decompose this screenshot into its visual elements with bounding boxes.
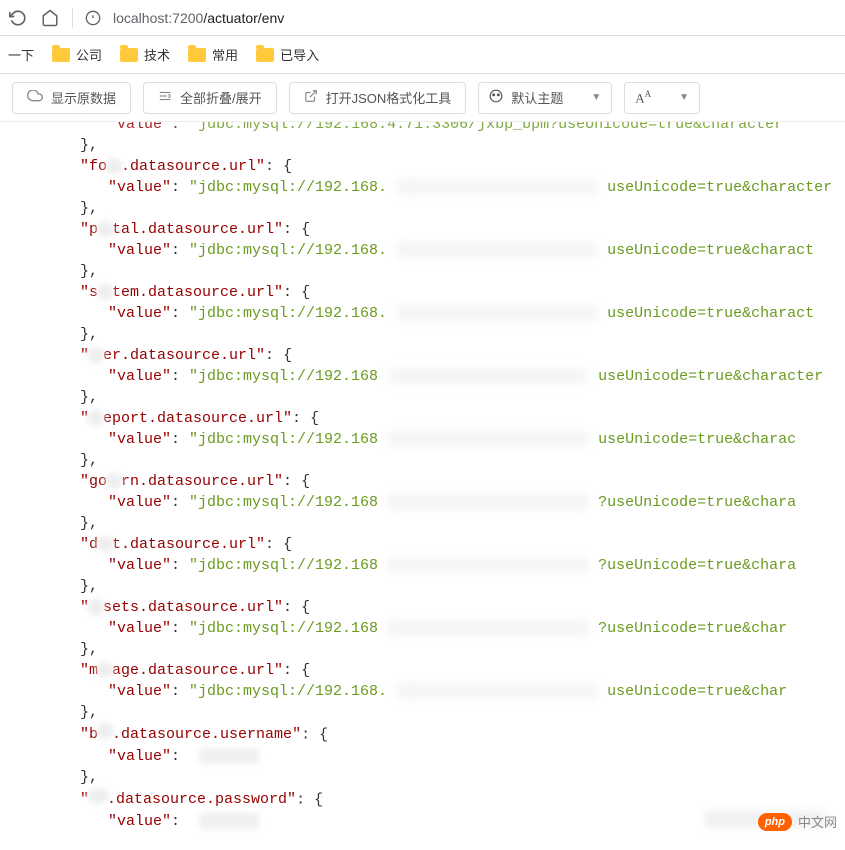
url-port: 7200: [172, 10, 203, 26]
json-close-brace: },: [0, 576, 845, 597]
json-close-brace: },: [0, 135, 845, 156]
json-close-brace: },: [0, 324, 845, 345]
home-icon[interactable]: [40, 8, 60, 28]
json-key-line: "b.datasource.username": {: [0, 723, 845, 746]
open-json-tool-button[interactable]: 打开JSON格式化工具: [289, 82, 467, 114]
json-key-line: "dt.datasource.url": {: [0, 534, 845, 555]
json-close-brace: },: [0, 198, 845, 219]
bookmark-label: 已导入: [280, 45, 319, 64]
json-key-line: "fo.datasource.url": {: [0, 156, 845, 177]
folder-icon: [120, 48, 138, 62]
chevron-down-icon: ▼: [591, 92, 601, 103]
json-value-line: "value": "jdbc:mysql://192.168.useUnicod…: [0, 681, 845, 702]
bookmark-item-imported[interactable]: 已导入: [256, 45, 319, 64]
json-close-brace: },: [0, 387, 845, 408]
cloud-icon: [27, 90, 43, 105]
json-key-line: "ptal.datasource.url": {: [0, 219, 845, 240]
collapse-icon: [158, 89, 172, 106]
json-value-line: "value": "jdbc:mysql://192.168.4.71:3306…: [0, 122, 845, 135]
json-close-brace: },: [0, 261, 845, 282]
button-label: 全部折叠/展开: [180, 88, 262, 107]
json-value-line: "value": "jdbc:mysql://192.168?useUnicod…: [0, 492, 845, 513]
button-label: 显示原数据: [51, 88, 116, 107]
external-link-icon: [304, 89, 318, 106]
palette-icon: [489, 89, 503, 106]
json-key-line: ".datasource.password": {: [0, 788, 845, 811]
bookmark-label: 技术: [144, 45, 170, 64]
json-value-line: "value": "jdbc:mysql://192.168useUnicode…: [0, 366, 845, 387]
url-host: localhost:: [113, 10, 172, 26]
url-path: /actuator/env: [203, 10, 284, 26]
json-value-line: "value": "jdbc:mysql://192.168?useUnicod…: [0, 618, 845, 639]
reload-icon[interactable]: [8, 8, 28, 28]
php-badge-icon: php: [758, 813, 792, 831]
folder-icon: [52, 48, 70, 62]
bookmark-label: 常用: [212, 45, 238, 64]
action-toolbar: 显示原数据 全部折叠/展开 打开JSON格式化工具 默认主题 ▼ AA ▼: [0, 74, 845, 122]
collapse-expand-button[interactable]: 全部折叠/展开: [143, 82, 277, 114]
font-size-label: AA: [635, 89, 651, 106]
json-key-line: "stem.datasource.url": {: [0, 282, 845, 303]
bookmark-item-company[interactable]: 公司: [52, 45, 102, 64]
json-key-line: "sets.datasource.url": {: [0, 597, 845, 618]
url-bar[interactable]: localhost:7200/actuator/env: [113, 10, 284, 26]
json-close-brace: },: [0, 702, 845, 723]
json-value-line: "value": "jdbc:mysql://192.168.useUnicod…: [0, 303, 845, 324]
json-close-brace: },: [0, 639, 845, 660]
bookmarks-bar: 一下 公司 技术 常用 已导入: [0, 36, 845, 74]
bookmark-item-tech[interactable]: 技术: [120, 45, 170, 64]
json-value-line: "value":: [0, 811, 845, 832]
watermark-text: 中文网: [798, 812, 837, 831]
json-key-line: "eport.datasource.url": {: [0, 408, 845, 429]
browser-toolbar: localhost:7200/actuator/env: [0, 0, 845, 36]
button-label: 打开JSON格式化工具: [326, 88, 452, 107]
theme-select[interactable]: 默认主题 ▼: [478, 82, 612, 114]
divider: [72, 8, 73, 28]
json-close-brace: },: [0, 513, 845, 534]
json-key-line: "gorn.datasource.url": {: [0, 471, 845, 492]
select-label: 默认主题: [511, 88, 563, 107]
show-raw-button[interactable]: 显示原数据: [12, 82, 131, 114]
bookmark-label-first[interactable]: 一下: [8, 45, 34, 64]
json-viewer: "value": "jdbc:mysql://192.168.4.71:3306…: [0, 122, 845, 850]
json-value-line: "value": "jdbc:mysql://192.168.useUnicod…: [0, 240, 845, 261]
json-value-line: "value": "jdbc:mysql://192.168?useUnicod…: [0, 555, 845, 576]
json-value-line: "value":: [0, 746, 845, 767]
json-close-brace: },: [0, 450, 845, 471]
json-value-line: "value": "jdbc:mysql://192.168.useUnicod…: [0, 177, 845, 198]
font-size-select[interactable]: AA ▼: [624, 82, 700, 114]
folder-icon: [188, 48, 206, 62]
chevron-down-icon: ▼: [679, 92, 689, 103]
bookmark-label: 公司: [76, 45, 102, 64]
json-close-brace: },: [0, 767, 845, 788]
site-info-icon[interactable]: [85, 10, 101, 26]
folder-icon: [256, 48, 274, 62]
json-key-line: "er.datasource.url": {: [0, 345, 845, 366]
bookmark-item-common[interactable]: 常用: [188, 45, 238, 64]
watermark: php 中文网: [758, 812, 837, 831]
json-value-line: "value": "jdbc:mysql://192.168useUnicode…: [0, 429, 845, 450]
json-key-line: "mage.datasource.url": {: [0, 660, 845, 681]
